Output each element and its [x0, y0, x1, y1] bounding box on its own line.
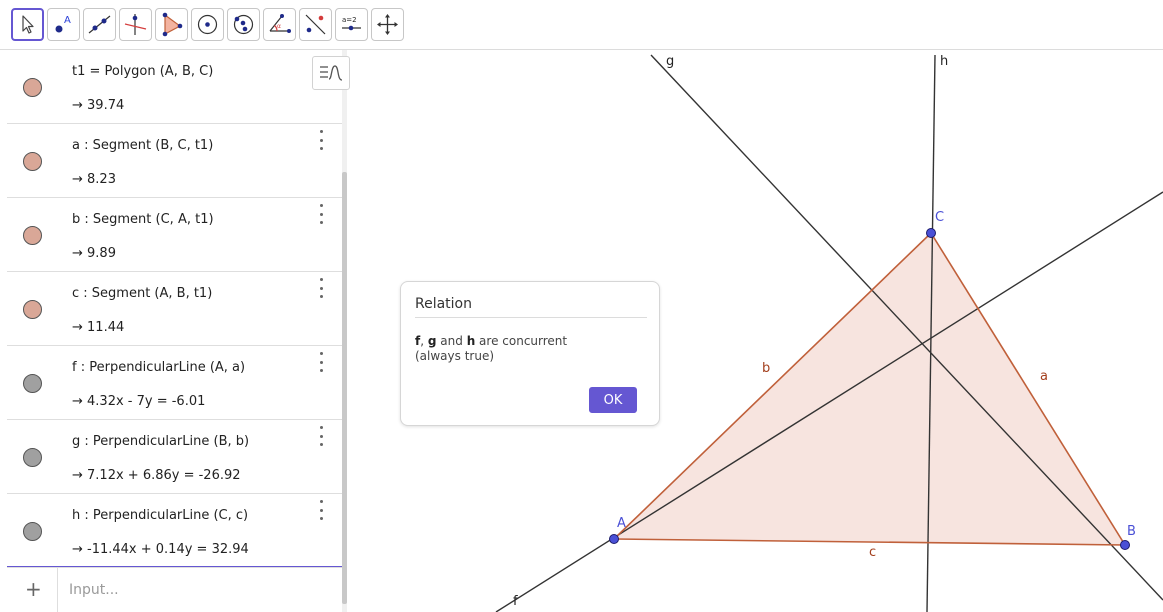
algebra-row-f[interactable]: f : PerpendicularLine (A, a) → 4.32x - 7… [7, 346, 342, 420]
algebra-definition: c : Segment (A, B, t1) [72, 286, 213, 301]
reflect-tool-button[interactable] [299, 8, 332, 41]
scrollbar-thumb[interactable] [342, 172, 347, 604]
slider-icon: a=2 [342, 16, 361, 31]
visibility-toggle[interactable] [23, 448, 42, 467]
visibility-toggle[interactable] [23, 78, 42, 97]
angle-icon: α [269, 14, 291, 33]
angle-tool-button[interactable]: α [263, 8, 296, 41]
point-icon: A [55, 15, 71, 33]
point-A[interactable] [609, 534, 619, 544]
label-g: g [666, 54, 675, 69]
visibility-toggle[interactable] [23, 152, 42, 171]
algebra-style-button[interactable] [312, 56, 350, 90]
label-c: c [869, 545, 877, 560]
visibility-toggle[interactable] [23, 300, 42, 319]
message-note: (always true) [415, 349, 495, 363]
algebra-value: → 4.32x - 7y = -6.01 [72, 394, 206, 409]
algebra-description-icon [320, 65, 343, 81]
label-A: A [617, 516, 626, 531]
line-tool-button[interactable] [83, 8, 116, 41]
geogebra-app: A α a=2 t1 = Polygon (A, B, C) → 39.74 a… [0, 0, 1163, 612]
more-vert-icon[interactable] [318, 500, 324, 520]
object-name-h: h [466, 334, 476, 348]
visibility-toggle[interactable] [23, 374, 42, 393]
algebra-definition: a : Segment (B, C, t1) [72, 138, 214, 153]
more-vert-icon[interactable] [318, 204, 324, 224]
message-separator: and [436, 334, 467, 348]
algebra-row-c[interactable]: c : Segment (A, B, t1) → 11.44 [7, 272, 342, 346]
algebra-definition: t1 = Polygon (A, B, C) [72, 64, 214, 79]
point-tool-button[interactable]: A [47, 8, 80, 41]
more-vert-icon[interactable] [318, 278, 324, 298]
algebra-row-b[interactable]: b : Segment (C, A, t1) → 9.89 [7, 198, 342, 272]
ok-button[interactable]: OK [589, 387, 637, 413]
algebra-value: → 8.23 [72, 172, 116, 187]
cursor-arrow-icon [22, 15, 34, 34]
algebra-row-t1[interactable]: t1 = Polygon (A, B, C) → 39.74 [7, 50, 342, 124]
label-b: b [762, 361, 771, 376]
algebra-row-a[interactable]: a : Segment (B, C, t1) → 8.23 [7, 124, 342, 198]
algebra-view: t1 = Polygon (A, B, C) → 39.74 a : Segme… [7, 50, 350, 612]
more-vert-icon[interactable] [318, 426, 324, 446]
algebra-value: → -11.44x + 0.14y = 32.94 [72, 542, 249, 557]
dialog-divider [415, 317, 647, 318]
label-h: h [940, 54, 949, 69]
label-C: C [935, 210, 945, 225]
polygon-icon [162, 12, 183, 37]
message-separator: , [420, 334, 428, 348]
move-graphics-view-tool-button[interactable] [371, 8, 404, 41]
polygon-t1[interactable] [614, 233, 1125, 545]
slider-tool-button[interactable]: a=2 [335, 8, 368, 41]
circle-center-point-tool-button[interactable] [191, 8, 224, 41]
message-text: are concurrent [475, 334, 568, 348]
add-icon[interactable]: + [25, 577, 42, 601]
algebra-value: → 7.12x + 6.86y = -26.92 [72, 468, 241, 483]
algebra-row-g[interactable]: g : PerpendicularLine (B, b) → 7.12x + 6… [7, 420, 342, 494]
move-arrows-icon [377, 14, 398, 35]
algebra-value: → 11.44 [72, 320, 125, 335]
line-through-points-icon [88, 15, 111, 34]
label-B: B [1127, 524, 1136, 539]
algebra-row-h[interactable]: h : PerpendicularLine (C, c) → -11.44x +… [7, 494, 342, 568]
algebra-definition: f : PerpendicularLine (A, a) [72, 360, 246, 375]
algebra-definition: h : PerpendicularLine (C, c) [72, 508, 249, 523]
perpendicular-line-icon [124, 14, 147, 35]
divider [57, 567, 58, 612]
algebra-definition: b : Segment (C, A, t1) [72, 212, 214, 227]
reflect-about-line-icon [305, 14, 326, 35]
algebra-value: → 9.89 [72, 246, 116, 261]
point-B[interactable] [1120, 540, 1130, 550]
circle-with-center-icon [197, 14, 218, 35]
circle-three-points-icon [233, 14, 254, 35]
algebra-input-row[interactable]: + Input... [7, 566, 342, 612]
move-tool-button[interactable] [11, 8, 44, 41]
perpendicular-line-tool-button[interactable] [119, 8, 152, 41]
point-C[interactable] [926, 228, 936, 238]
polygon-tool-button[interactable] [155, 8, 188, 41]
algebra-value: → 39.74 [72, 98, 125, 113]
dialog-message: f, g and h are concurrent (always true) [415, 334, 567, 364]
dialog-title: Relation [415, 296, 472, 312]
label-a: a [1040, 369, 1048, 384]
algebra-input[interactable]: Input... [69, 582, 119, 598]
relation-dialog: Relation f, g and h are concurrent (alwa… [400, 281, 660, 426]
algebra-scrollbar[interactable] [342, 50, 347, 612]
svg-text:α: α [277, 23, 281, 30]
circle-three-points-tool-button[interactable] [227, 8, 260, 41]
toolbar: A α a=2 [0, 0, 1163, 50]
visibility-toggle[interactable] [23, 522, 42, 541]
svg-text:A: A [64, 15, 71, 26]
more-vert-icon[interactable] [318, 352, 324, 372]
svg-text:a=2: a=2 [342, 16, 357, 24]
more-vert-icon[interactable] [318, 130, 324, 150]
visibility-toggle[interactable] [23, 226, 42, 245]
algebra-definition: g : PerpendicularLine (B, b) [72, 434, 250, 449]
label-f: f [513, 594, 518, 609]
